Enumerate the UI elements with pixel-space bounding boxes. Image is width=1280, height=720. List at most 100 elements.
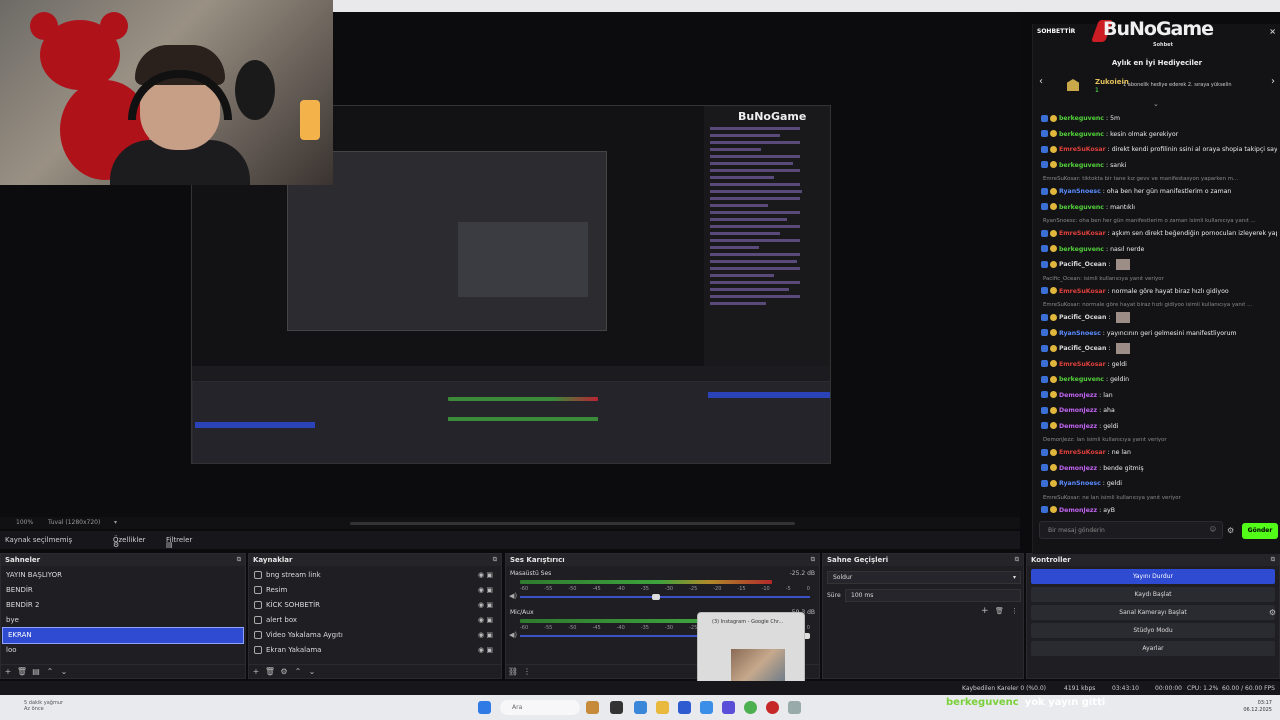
weather-widget[interactable]: 5 dakik yağmur Az önce (24, 700, 63, 712)
studio-mode-button[interactable]: Stüdyo Modu (1031, 623, 1275, 638)
add-icon[interactable]: + (249, 665, 263, 679)
source-item[interactable]: bng stream link ◉ ▣ (249, 568, 501, 583)
system-clock[interactable]: 03:17 06.12.2025 (1243, 700, 1272, 714)
chat-username[interactable]: Pacific_Ocean (1059, 261, 1106, 268)
dock-float-icon[interactable]: ⧉ (811, 556, 815, 564)
move-up-icon[interactable]: ⌃ (43, 665, 57, 679)
add-icon[interactable]: + (1, 665, 15, 679)
dock-float-icon[interactable]: ⧉ (237, 556, 241, 564)
chat-username[interactable]: berkeguvenc (1059, 204, 1104, 211)
scene-item-selected[interactable]: EKRAN (2, 627, 244, 644)
more-icon[interactable]: ⋮ (1011, 607, 1018, 615)
chat-username[interactable]: EmreSuKosar (1059, 361, 1106, 368)
taskbar-preview-popup[interactable]: (3) Instagram - Google Chr... (697, 612, 805, 690)
more-icon[interactable]: ⋮ (520, 665, 534, 679)
source-item[interactable]: alert box ◉ ▣ (249, 613, 501, 628)
chrome-icon[interactable] (744, 701, 757, 714)
chat-username[interactable]: EmreSuKosar (1059, 449, 1106, 456)
chat-username[interactable]: EmreSuKosar (1059, 146, 1106, 153)
app-icon[interactable] (722, 701, 735, 714)
add-icon[interactable]: + (981, 606, 989, 616)
chat-username[interactable]: DemonJezz (1059, 392, 1097, 399)
chat-username[interactable]: RyanSnoesc (1059, 330, 1101, 337)
dock-float-icon[interactable]: ⧉ (1015, 556, 1019, 564)
chat-username[interactable]: RyanSnoesc (1059, 188, 1101, 195)
source-item[interactable]: Resim ◉ ▣ (249, 583, 501, 598)
zoom-level[interactable]: 100% (16, 519, 33, 526)
trash-icon[interactable]: 🗑 (15, 665, 29, 679)
gear-icon[interactable]: ⚙ (277, 665, 291, 679)
chat-username[interactable]: DemonJezz (1059, 465, 1097, 472)
microphone-icon[interactable]: ◀) (509, 631, 517, 639)
scene-item[interactable]: BENDİR (1, 583, 245, 598)
dock-float-icon[interactable]: ⧉ (493, 556, 497, 564)
app-icon[interactable] (700, 701, 713, 714)
chevron-down-icon[interactable]: ▾ (114, 519, 117, 526)
source-item[interactable]: Video Yakalama Aygıtı ◉ ▣ (249, 628, 501, 643)
start-recording-button[interactable]: Kaydı Başlat (1031, 587, 1275, 602)
gear-icon[interactable]: ⚙ (1227, 526, 1234, 535)
chat-username[interactable]: RyanSnoesc (1059, 480, 1101, 487)
properties-button[interactable]: ⚙ Özellikler (113, 536, 146, 549)
chat-username[interactable]: berkeguvenc (1059, 115, 1104, 122)
scene-item[interactable]: BENDİR 2 (1, 598, 245, 613)
app-icon[interactable] (610, 701, 623, 714)
chevron-left-icon[interactable]: ‹ (1039, 76, 1043, 87)
chevron-right-icon[interactable]: › (1271, 76, 1275, 87)
move-down-icon[interactable]: ⌄ (57, 665, 71, 679)
chat-username[interactable]: berkeguvenc (1059, 246, 1104, 253)
folder-icon[interactable] (656, 701, 669, 714)
app-icon[interactable] (788, 701, 801, 714)
eye-lock-icon[interactable]: ◉ ▣ (478, 613, 493, 628)
chat-username[interactable]: berkeguvenc (1059, 131, 1104, 138)
app-icon[interactable] (634, 701, 647, 714)
settings-button[interactable]: Ayarlar (1031, 641, 1275, 656)
chat-username[interactable]: DemonJezz (1059, 423, 1097, 430)
trash-icon[interactable]: 🗑 (995, 607, 1004, 615)
move-down-icon[interactable]: ⌄ (305, 665, 319, 679)
collapse-icon[interactable]: ⌄ (1153, 100, 1159, 108)
filter-icon[interactable]: ▤ (29, 665, 43, 679)
chat-username[interactable]: EmreSuKosar (1059, 288, 1106, 295)
obs-icon[interactable] (766, 701, 779, 714)
dock-float-icon[interactable]: ⧉ (1271, 556, 1275, 564)
send-button[interactable]: Gönder (1242, 523, 1278, 539)
chat-username[interactable]: EmreSuKosar (1059, 230, 1106, 237)
transition-select[interactable]: Soldur ▾ (827, 571, 1021, 584)
eye-lock-icon[interactable]: ◉ ▣ (478, 568, 493, 583)
eye-lock-icon[interactable]: ◉ ▣ (478, 598, 493, 613)
scene-item[interactable]: bye (1, 613, 245, 628)
scene-item[interactable]: loo (1, 643, 245, 658)
app-icon[interactable] (586, 701, 599, 714)
chat-username[interactable]: DemonJezz (1059, 507, 1097, 514)
emoji-icon[interactable]: ☺ (1210, 526, 1216, 533)
move-up-icon[interactable]: ⌃ (291, 665, 305, 679)
filters-button[interactable]: ▤ Filtreler (166, 536, 192, 549)
chat-username[interactable]: Pacific_Ocean (1059, 345, 1106, 352)
popup-thumbnail[interactable] (731, 649, 785, 683)
trash-icon[interactable]: 🗑 (263, 665, 277, 679)
gear-icon[interactable]: ⚙ (1269, 605, 1276, 620)
start-icon[interactable] (478, 701, 491, 714)
close-icon[interactable]: × (1269, 27, 1276, 36)
taskbar-search[interactable]: Ara (500, 700, 580, 715)
chat-message-input[interactable]: Bir mesaj gönderin ☺ (1039, 521, 1223, 539)
source-item[interactable]: KİCK SOHBETİR ◉ ▣ (249, 598, 501, 613)
volume-slider[interactable] (520, 594, 810, 600)
duration-input[interactable]: 100 ms (845, 589, 1021, 602)
start-virtual-camera-button[interactable]: Sanal Kamerayı Başlat ⚙ (1031, 605, 1276, 620)
preview-scrollbar[interactable] (350, 522, 795, 525)
chat-username[interactable]: berkeguvenc (1059, 376, 1104, 383)
stop-streaming-button[interactable]: Yayını Durdur (1031, 569, 1275, 584)
eye-lock-icon[interactable]: ◉ ▣ (478, 583, 493, 598)
chat-username[interactable]: DemonJezz (1059, 407, 1097, 414)
chat-username[interactable]: berkeguvenc (1059, 162, 1104, 169)
scene-item[interactable]: YAYIN BAŞLIYOR (1, 568, 245, 583)
app-icon[interactable] (678, 701, 691, 714)
speaker-icon[interactable]: ◀) (509, 592, 517, 600)
canvas-size[interactable]: Tuval (1280x720) (48, 519, 100, 526)
source-item[interactable]: Ekran Yakalama ◉ ▣ (249, 643, 501, 658)
chat-username[interactable]: Pacific_Ocean (1059, 314, 1106, 321)
link-icon[interactable]: ⛓ (506, 665, 520, 679)
eye-lock-icon[interactable]: ◉ ▣ (478, 643, 493, 658)
